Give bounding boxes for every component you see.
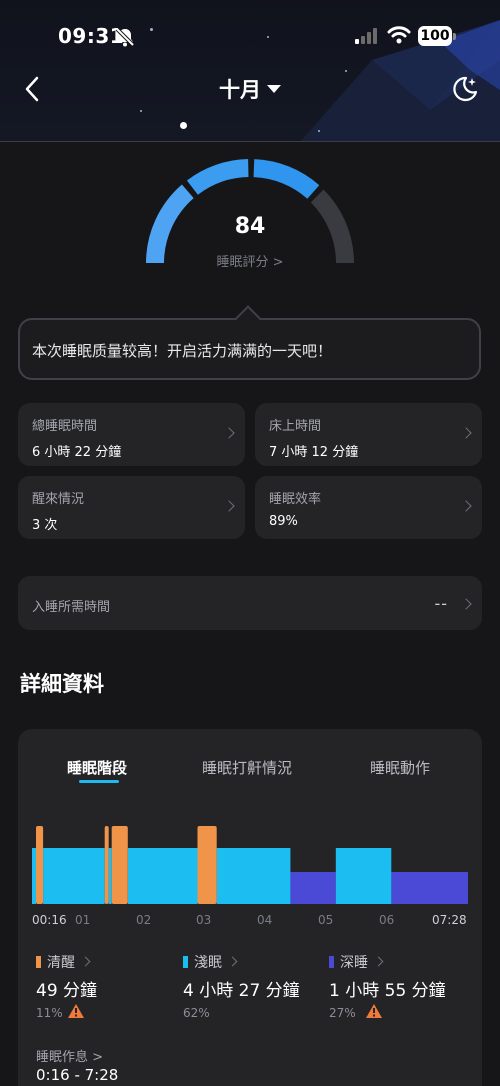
sleep-score-label[interactable]: 睡眠評分 >	[0, 251, 500, 270]
sleep-latency-row[interactable]: 入睡所需時間 --	[18, 576, 482, 630]
month-selector[interactable]: 十月	[0, 74, 500, 104]
awake-segment	[197, 826, 217, 904]
caret-down-icon[interactable]	[267, 85, 281, 93]
chevron-right-icon	[460, 598, 472, 610]
awake-segment	[104, 826, 109, 904]
sleep-schedule-label[interactable]: 睡眠作息 >	[36, 1046, 103, 1065]
star-decoration	[318, 130, 320, 132]
legend-duration: 4 小時 27 分鐘	[183, 981, 300, 1001]
legend-name: 深睡	[340, 955, 368, 971]
legend-name: 清醒	[47, 955, 75, 971]
warning-icon	[366, 1004, 382, 1018]
stat-label: 醒來情況	[32, 492, 85, 507]
chevron-right-icon	[460, 427, 472, 439]
sleep-stage-chart	[32, 826, 468, 904]
light-sleep-segment	[127, 848, 198, 904]
x-tick-label: 03	[196, 913, 212, 927]
legend-swatch	[36, 956, 41, 968]
stat-label: 總睡眠時間	[32, 419, 98, 434]
stat-label: 睡眠效率	[269, 492, 322, 507]
awake-segment	[111, 826, 128, 904]
light-sleep-segment	[43, 848, 105, 904]
latency-value: --	[434, 594, 448, 613]
details-section-title: 詳細資料	[20, 672, 104, 696]
star-decoration	[345, 70, 347, 72]
warning-icon	[68, 1004, 84, 1018]
tab-sleep-movement[interactable]: 睡眠動作	[370, 757, 430, 778]
x-tick-label: 01	[75, 913, 91, 927]
header-divider	[0, 141, 500, 142]
star-decoration	[140, 110, 142, 112]
moon-icon[interactable]	[450, 74, 480, 104]
stat-card-wake-ups[interactable]: 醒來情況 3 次	[18, 476, 245, 539]
active-tab-indicator	[79, 780, 119, 783]
stat-value: 89%	[269, 514, 298, 529]
legend-percent: 11%	[36, 1006, 63, 1020]
page-indicator-dot	[180, 122, 187, 129]
x-tick-label: 07:28	[432, 913, 467, 927]
legend-duration: 1 小時 55 分鐘	[329, 981, 446, 1001]
status-bar: 09:31 100	[0, 22, 500, 52]
sleep-score-value: 84	[234, 214, 266, 239]
legend-percent: 62%	[183, 1006, 210, 1020]
legend-swatch	[183, 956, 188, 968]
stat-label: 床上時間	[269, 419, 322, 434]
light-sleep-segment	[108, 848, 112, 904]
chevron-right-icon	[460, 500, 472, 512]
chevron-right-icon	[223, 427, 235, 439]
sleep-schedule-value: 0:16 - 7:28	[36, 1066, 119, 1084]
light-sleep-segment	[216, 848, 291, 904]
stat-card-time-in-bed[interactable]: 床上時間 7 小時 12 分鐘	[255, 403, 482, 466]
page-title[interactable]: 十月	[219, 74, 261, 104]
chevron-right-icon	[223, 500, 235, 512]
tab-snoring[interactable]: 睡眠打鼾情況	[202, 757, 292, 778]
deep-sleep-segment	[391, 872, 468, 904]
light-sleep-segment	[32, 848, 36, 904]
wifi-icon	[387, 26, 411, 44]
battery-indicator: 100	[418, 26, 452, 46]
x-tick-label: 05	[318, 913, 334, 927]
x-tick-label: 02	[136, 913, 152, 927]
x-tick-label: 06	[379, 913, 395, 927]
latency-label: 入睡所需時間	[32, 600, 111, 615]
stat-card-total-sleep[interactable]: 總睡眠時間 6 小時 22 分鐘	[18, 403, 245, 466]
stat-value: 7 小時 12 分鐘	[269, 445, 359, 460]
tab-sleep-stages[interactable]: 睡眠階段	[67, 757, 127, 778]
stat-value: 3 次	[32, 518, 58, 533]
legend-name: 淺眠	[194, 955, 222, 971]
light-sleep-segment	[335, 848, 392, 904]
legend-swatch	[329, 956, 334, 968]
battery-tip	[453, 33, 456, 40]
stat-card-sleep-efficiency[interactable]: 睡眠效率 89%	[255, 476, 482, 539]
x-tick-label: 04	[257, 913, 273, 927]
x-tick-label: 00:16	[32, 913, 67, 927]
legend-percent: 27%	[329, 1006, 356, 1020]
sleep-message-text: 本次睡眠质量较高！开启活力满满的一天吧！	[32, 342, 333, 360]
legend-duration: 49 分鐘	[36, 981, 98, 1001]
awake-segment	[36, 826, 44, 904]
stat-value: 6 小時 22 分鐘	[32, 445, 122, 460]
bell-muted-icon	[115, 27, 135, 47]
deep-sleep-segment	[290, 872, 336, 904]
cellular-signal-icon	[355, 28, 377, 44]
